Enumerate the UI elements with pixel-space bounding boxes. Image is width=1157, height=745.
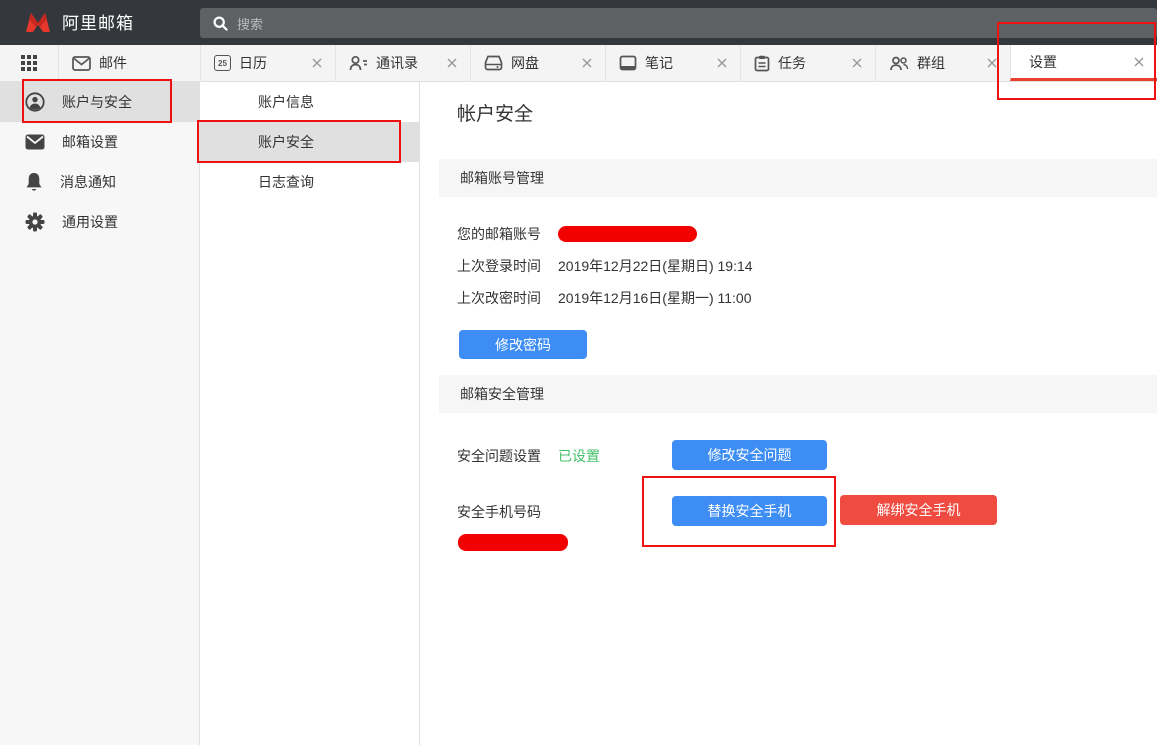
last-password-change-label: 上次改密时间 [457, 288, 541, 308]
replace-security-phone-button[interactable]: 替换安全手机 [672, 496, 827, 526]
contacts-icon [349, 55, 368, 71]
security-question-label: 安全问题设置 [457, 446, 541, 466]
close-icon[interactable] [444, 55, 460, 71]
email-account-label: 您的邮箱账号 [457, 224, 541, 244]
tab-groups[interactable]: 群组 [875, 45, 1010, 81]
close-icon[interactable] [849, 55, 865, 71]
sidebar-item-label: 账户与安全 [62, 92, 132, 112]
security-question-row: 安全问题设置 已设置 [457, 447, 600, 464]
grid-icon [21, 55, 37, 71]
bell-icon [25, 172, 43, 192]
section-header-label: 邮箱账号管理 [460, 168, 544, 188]
mail-icon [72, 56, 91, 71]
subnav-item-label: 账户信息 [258, 92, 314, 112]
modify-security-question-button[interactable]: 修改安全问题 [672, 440, 827, 470]
envelope-icon [25, 134, 45, 150]
search-input[interactable]: 搜索 [200, 8, 1157, 38]
tab-label: 笔记 [645, 53, 673, 73]
unbind-security-phone-button[interactable]: 解绑安全手机 [840, 495, 997, 525]
tab-label: 任务 [778, 53, 806, 73]
search-icon [213, 16, 228, 31]
tab-label: 网盘 [511, 53, 539, 73]
close-icon[interactable] [714, 55, 730, 71]
app-name: 阿里邮箱 [62, 9, 134, 34]
main-content: 帐户安全 邮箱账号管理 您的邮箱账号 上次登录时间 2019年12月22日(星期… [420, 82, 1157, 745]
search-placeholder: 搜索 [237, 14, 263, 33]
subnav-item-log-query[interactable]: 日志查询 [200, 162, 419, 202]
alimail-logo-icon [24, 10, 52, 34]
drive-icon [484, 55, 503, 71]
section-header-account-management: 邮箱账号管理 [439, 159, 1157, 197]
section-header-security-management: 邮箱安全管理 [439, 375, 1157, 413]
last-login-row: 上次登录时间 2019年12月22日(星期日) 19:14 [457, 257, 753, 274]
tab-strip: 邮件 25 日历 通讯录 网盘 笔记 [0, 45, 1157, 82]
sidebar-item-account-security[interactable]: 账户与安全 [0, 82, 199, 122]
notes-icon [619, 55, 637, 71]
email-account-row: 您的邮箱账号 [457, 225, 697, 242]
close-icon[interactable] [984, 55, 1000, 71]
account-subnav: 账户信息 账户安全 日志查询 [200, 82, 420, 745]
tab-calendar[interactable]: 25 日历 [200, 45, 335, 81]
close-icon[interactable] [579, 55, 595, 71]
tab-settings-active[interactable]: 设置 [1010, 45, 1157, 81]
subnav-item-account-security[interactable]: 账户安全 [200, 122, 419, 162]
subnav-item-account-info[interactable]: 账户信息 [200, 82, 419, 122]
subnav-item-label: 日志查询 [258, 172, 314, 192]
last-password-change-row: 上次改密时间 2019年12月16日(星期一) 11:00 [457, 289, 752, 306]
app-grid-button[interactable] [0, 45, 58, 81]
gear-icon [25, 212, 45, 232]
settings-sidebar: 账户与安全 邮箱设置 消息通知 通用设置 [0, 82, 200, 745]
tasks-icon [754, 55, 770, 72]
tab-label: 日历 [239, 53, 267, 73]
sidebar-item-notifications[interactable]: 消息通知 [0, 162, 199, 202]
subnav-item-label: 账户安全 [258, 132, 314, 152]
last-password-change-value: 2019年12月16日(星期一) 11:00 [558, 288, 752, 308]
tab-label: 设置 [1029, 52, 1057, 72]
account-icon [25, 92, 45, 112]
tab-mail[interactable]: 邮件 [58, 45, 200, 81]
sidebar-item-mail-settings[interactable]: 邮箱设置 [0, 122, 199, 162]
sidebar-item-label: 消息通知 [60, 172, 116, 192]
tab-tasks[interactable]: 任务 [740, 45, 875, 81]
tab-label: 群组 [917, 53, 945, 73]
sidebar-item-label: 通用设置 [62, 212, 118, 232]
security-question-status: 已设置 [558, 446, 600, 466]
security-phone-label: 安全手机号码 [457, 502, 541, 522]
section-header-label: 邮箱安全管理 [460, 384, 544, 404]
close-icon[interactable] [309, 55, 325, 71]
security-phone-row: 安全手机号码 [457, 503, 541, 520]
groups-icon [889, 56, 909, 71]
close-icon[interactable] [1131, 54, 1147, 70]
app-logo: 阿里邮箱 [24, 9, 134, 34]
last-login-value: 2019年12月22日(星期日) 19:14 [558, 256, 753, 276]
last-login-label: 上次登录时间 [457, 256, 541, 276]
sidebar-item-label: 邮箱设置 [62, 132, 118, 152]
phone-redaction-bar [458, 534, 568, 551]
sidebar-item-general-settings[interactable]: 通用设置 [0, 202, 199, 242]
change-password-button[interactable]: 修改密码 [459, 330, 587, 359]
tab-label: 通讯录 [376, 53, 418, 73]
page-title: 帐户安全 [457, 102, 533, 128]
tab-contacts[interactable]: 通讯录 [335, 45, 470, 81]
tab-drive[interactable]: 网盘 [470, 45, 605, 81]
alimail-settings-page: { "header": { "app_name": "阿里邮箱", "searc… [0, 0, 1157, 745]
email-redaction-bar [558, 226, 697, 242]
tab-notes[interactable]: 笔记 [605, 45, 740, 81]
calendar-day-number: 25 [218, 59, 227, 68]
tab-label: 邮件 [99, 53, 127, 73]
app-header: 阿里邮箱 搜索 [0, 0, 1157, 45]
calendar-icon: 25 [214, 55, 231, 71]
